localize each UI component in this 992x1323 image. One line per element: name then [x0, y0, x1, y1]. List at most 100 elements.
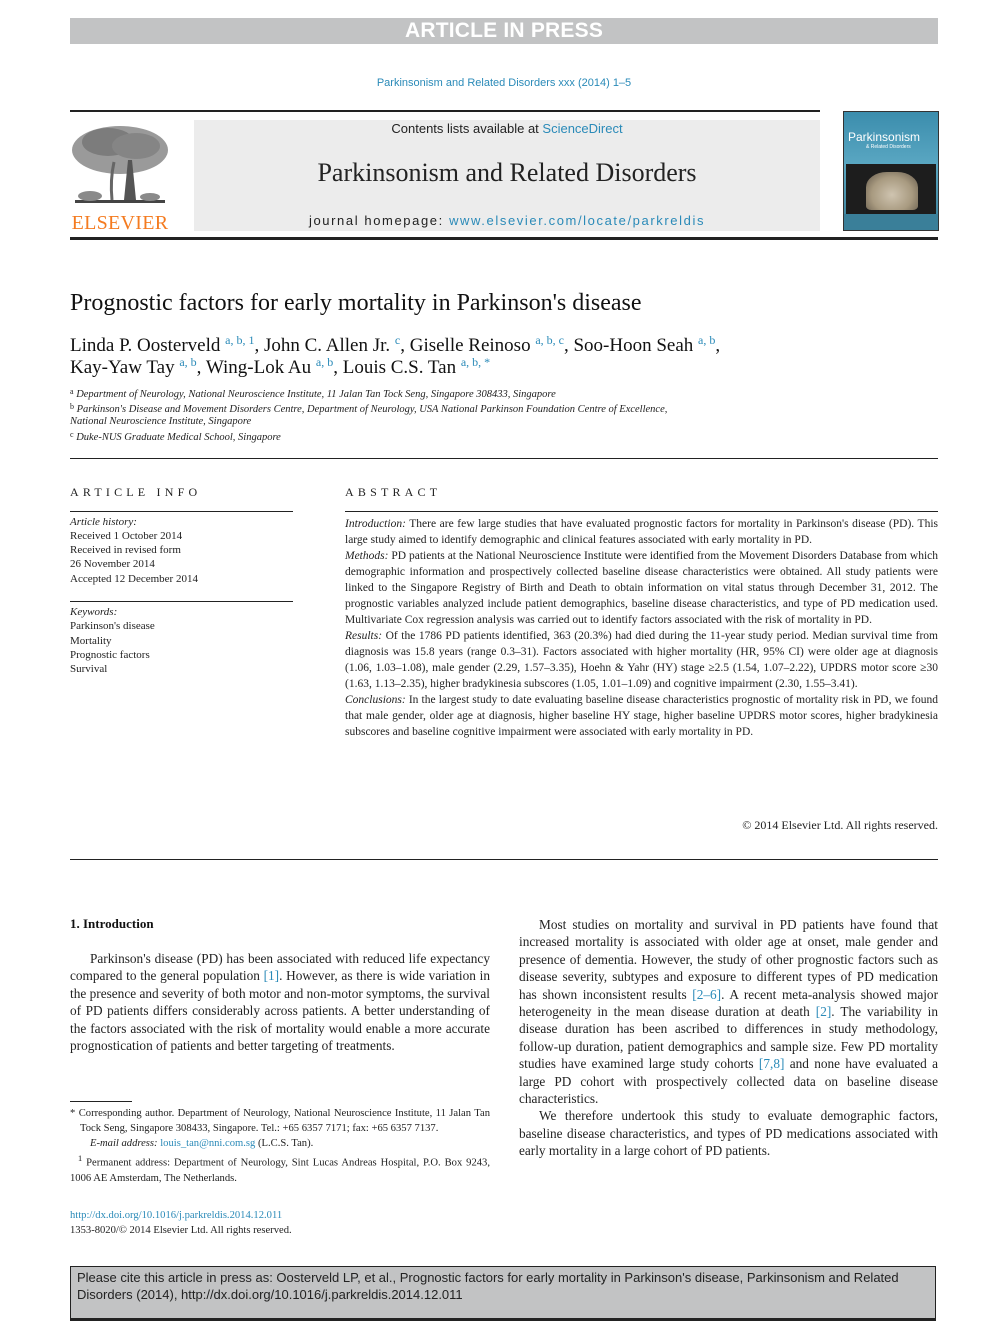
- keyword-item: Survival: [70, 663, 108, 675]
- keyword-item: Prognostic factors: [70, 649, 150, 661]
- author-separator: ,: [333, 357, 343, 378]
- article-history-label: Article history:: [70, 516, 137, 528]
- citation-box: Please cite this article in press as: Oo…: [70, 1266, 936, 1321]
- abstract-section-text: There are few large studies that have ev…: [345, 518, 938, 546]
- homepage-prefix: journal homepage:: [308, 213, 450, 228]
- teapot-icon: [866, 172, 918, 210]
- history-item: Received 1 October 2014: [70, 530, 183, 542]
- introduction-heading: 1. Introduction: [70, 916, 154, 931]
- doi-link[interactable]: http://dx.doi.org/10.1016/j.parkreldis.2…: [70, 1210, 282, 1221]
- email-link[interactable]: louis_tan@nni.com.sg: [160, 1138, 255, 1149]
- journal-masthead: Contents lists available at ScienceDirec…: [194, 120, 820, 231]
- sciencedirect-link[interactable]: ScienceDirect: [542, 121, 622, 136]
- author-name[interactable]: Giselle Reinoso: [410, 335, 536, 356]
- affiliation-a: a Department of Neurology, National Neur…: [70, 387, 556, 400]
- author-affiliation-marks[interactable]: a, b: [698, 333, 715, 347]
- cover-subtitle: & Related Disorders: [866, 144, 911, 150]
- reference-link[interactable]: [7,8]: [759, 1056, 784, 1071]
- affiliation-mark: b: [70, 402, 74, 411]
- body-column-left: Parkinson's disease (PD) has been associ…: [70, 950, 490, 1054]
- journal-cover-image[interactable]: Parkinsonism & Related Disorders: [843, 111, 939, 231]
- issn-copyright: 1353-8020/© 2014 Elsevier Ltd. All right…: [70, 1225, 292, 1236]
- affiliation-mark: c: [70, 430, 74, 439]
- journal-citation-link[interactable]: Parkinsonism and Related Disorders xxx (…: [0, 77, 992, 89]
- cover-footer: [844, 214, 938, 230]
- elsevier-logo[interactable]: ELSEVIER: [70, 120, 170, 234]
- abstract-rule: [345, 511, 938, 512]
- permanent-address-text: Permanent address: Department of Neurolo…: [70, 1157, 491, 1184]
- abstract-heading: ABSTRACT: [345, 485, 442, 499]
- author-separator: ,: [254, 335, 264, 356]
- author-list-line-2: Kay-Yaw Tay a, b, Wing-Lok Au a, b, Loui…: [70, 355, 490, 379]
- elsevier-tree-icon: [70, 120, 170, 212]
- keywords-label: Keywords:: [70, 606, 118, 618]
- body-paragraph: Most studies on mortality and survival i…: [519, 916, 938, 1107]
- affiliation-b: b Parkinson's Disease and Movement Disor…: [70, 402, 667, 415]
- abstract-section-label: Methods:: [345, 550, 389, 562]
- email-label: E-mail address:: [90, 1137, 161, 1149]
- abstract-section-label: Results:: [345, 630, 383, 642]
- keyword-item: Parkinson's disease: [70, 620, 155, 632]
- author-affiliation-marks[interactable]: a, b: [316, 355, 333, 369]
- affiliation-text: Parkinson's Disease and Movement Disorde…: [76, 404, 668, 415]
- affiliation-text: Duke-NUS Graduate Medical School, Singap…: [76, 432, 281, 443]
- section-divider: [70, 458, 938, 459]
- body-paragraph: We therefore undertook this study to eva…: [519, 1108, 938, 1159]
- author-name[interactable]: John C. Allen Jr.: [264, 335, 395, 356]
- reference-link[interactable]: [1]: [264, 968, 280, 983]
- author-list-line-1: Linda P. Oosterveld a, b, 1, John C. All…: [70, 333, 720, 357]
- keywords-rule: [70, 601, 293, 602]
- footnotes: * Corresponding author. Department of Ne…: [70, 1107, 490, 1187]
- author-affiliation-marks[interactable]: a, b: [179, 355, 196, 369]
- author-affiliation-marks[interactable]: a, b, c: [535, 333, 564, 347]
- abstract-section-text: PD patients at the National Neuroscience…: [345, 550, 938, 626]
- citation-text: Please cite this article in press as: Oo…: [77, 1270, 899, 1302]
- author-affiliation-marks[interactable]: a, b, *: [461, 355, 490, 369]
- history-item: Received in revised form: [70, 544, 181, 556]
- abstract-copyright: © 2014 Elsevier Ltd. All rights reserved…: [742, 818, 938, 832]
- author-name[interactable]: Wing-Lok Au: [206, 357, 316, 378]
- author-name[interactable]: Linda P. Oosterveld: [70, 335, 225, 356]
- abstract-methods: Methods: PD patients at the National Neu…: [345, 548, 938, 628]
- journal-homepage-line: journal homepage: www.elsevier.com/locat…: [194, 213, 820, 228]
- author-separator: ,: [400, 335, 410, 356]
- cover-title: Parkinsonism: [848, 130, 921, 144]
- author-separator: ,: [715, 335, 721, 356]
- abstract-section-label: Introduction:: [345, 518, 406, 530]
- reference-link[interactable]: [2]: [816, 1004, 832, 1019]
- body-paragraph: Parkinson's disease (PD) has been associ…: [70, 950, 490, 1054]
- cover-teapot-photo: [846, 164, 936, 214]
- abstract-section-text: In the largest study to date evaluating …: [345, 694, 938, 738]
- footnote-rule: [70, 1101, 132, 1102]
- reference-link[interactable]: [2–6]: [692, 987, 721, 1002]
- abstract-body: Introduction: There are few large studie…: [345, 516, 938, 740]
- contents-available-line: Contents lists available at ScienceDirec…: [194, 121, 820, 136]
- contents-prefix: Contents lists available at: [391, 121, 543, 136]
- abstract-conclusions: Conclusions: In the largest study to dat…: [345, 692, 938, 740]
- masthead-rule: [70, 237, 938, 240]
- article-info-rule: [70, 511, 293, 512]
- author-affiliation-marks[interactable]: a, b, 1: [225, 333, 254, 347]
- corresponding-author-footnote: * Corresponding author. Department of Ne…: [70, 1108, 490, 1134]
- affiliation-c: c Duke-NUS Graduate Medical School, Sing…: [70, 430, 281, 443]
- journal-homepage-link[interactable]: www.elsevier.com/locate/parkreldis: [449, 213, 705, 228]
- author-name[interactable]: Louis C.S. Tan: [343, 357, 461, 378]
- keyword-item: Mortality: [70, 635, 112, 647]
- author-separator: ,: [196, 357, 206, 378]
- affiliation-b-continued: National Neuroscience Institute, Singapo…: [70, 416, 252, 427]
- elsevier-wordmark: ELSEVIER: [71, 212, 169, 234]
- article-in-press-banner: ARTICLE IN PRESS: [70, 18, 938, 44]
- section-divider: [70, 859, 938, 860]
- body-column-right: Most studies on mortality and survival i…: [519, 916, 938, 1160]
- top-rule: [70, 110, 820, 112]
- article-info-heading: ARTICLE INFO: [70, 485, 202, 499]
- email-suffix: (L.C.S. Tan).: [255, 1137, 314, 1149]
- abstract-section-text: Of the 1786 PD patients identified, 363 …: [345, 630, 938, 690]
- author-name[interactable]: Kay-Yaw Tay: [70, 357, 179, 378]
- affiliation-text: Department of Neurology, National Neuros…: [76, 389, 556, 400]
- abstract-section-label: Conclusions:: [345, 694, 406, 706]
- author-name[interactable]: Soo-Hoon Seah: [573, 335, 698, 356]
- email-footnote: E-mail address: louis_tan@nni.com.sg (L.…: [70, 1137, 490, 1152]
- article-title: Prognostic factors for early mortality i…: [70, 290, 642, 316]
- journal-title: Parkinsonism and Related Disorders: [317, 158, 697, 187]
